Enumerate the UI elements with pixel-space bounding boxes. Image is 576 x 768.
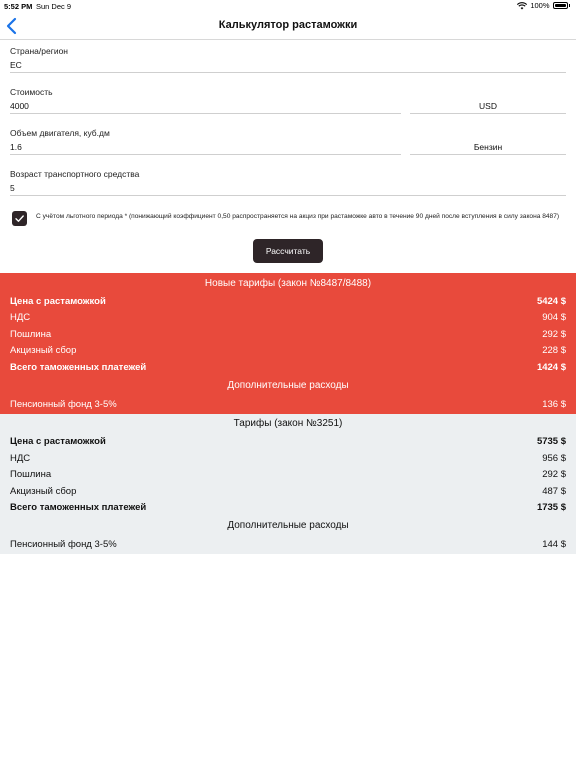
battery-icon	[552, 2, 568, 9]
page-title: Калькулятор растаможки	[218, 19, 358, 31]
result-label: Пенсионный фонд 3-5%	[10, 539, 117, 550]
preferential-period-checkbox[interactable]	[12, 211, 27, 226]
result-label: Акцизный сбор	[10, 486, 77, 497]
status-time: 5:52 PM	[4, 2, 33, 11]
cost-input[interactable]: 4000	[10, 100, 401, 114]
result-row: Акцизный сбор 228 $	[0, 345, 576, 361]
result-row: Пенсионный фонд 3-5% 136 $	[0, 399, 576, 415]
cost-label: Стоимость	[10, 87, 53, 97]
battery-percent: 100%	[530, 1, 550, 10]
status-right: 100%	[517, 1, 570, 10]
result-row: Цена с растаможкой 5424 $	[0, 296, 576, 312]
result-value: 956 $	[542, 453, 566, 464]
result-value: 292 $	[542, 329, 566, 340]
result-label: НДС	[10, 453, 31, 464]
nav-bar: Калькулятор растаможки	[0, 12, 576, 40]
engine-volume-input[interactable]: 1.6	[10, 141, 401, 155]
result-value: 1424 $	[536, 362, 566, 373]
result-label: Пенсионный фонд 3-5%	[10, 399, 117, 410]
result-row: Пенсионный фонд 3-5% 144 $	[0, 539, 576, 555]
new-tariffs-section: Новые тарифы (закон №8487/8488) Цена с р…	[0, 273, 576, 414]
preferential-period-text: С учётом льготного периода * (понижающий…	[36, 213, 560, 220]
country-label: Страна/регион	[10, 46, 68, 56]
checkmark-icon	[15, 215, 24, 222]
result-row: НДС 904 $	[0, 312, 576, 328]
result-value: 228 $	[542, 345, 566, 356]
fuel-type-select[interactable]: Бензин	[410, 141, 566, 155]
extra-costs-title: Дополнительные расходы	[227, 520, 349, 531]
result-value: 292 $	[542, 469, 566, 480]
country-field[interactable]: ЕС	[10, 59, 566, 73]
result-value: 5424 $	[536, 296, 566, 307]
result-label: Пошлина	[10, 469, 52, 480]
result-row: Акцизный сбор 487 $	[0, 486, 576, 502]
result-row: Цена с растаможкой 5735 $	[0, 436, 576, 452]
age-label: Возраст транспортного средства	[10, 169, 140, 179]
result-row: Всего таможенных платежей 1424 $	[0, 362, 576, 378]
new-tariffs-title: Новые тарифы (закон №8487/8488)	[204, 278, 372, 289]
battery-tip	[568, 4, 570, 7]
result-label: Пошлина	[10, 329, 52, 340]
result-value: 487 $	[542, 486, 566, 497]
result-label: Цена с растаможкой	[10, 436, 106, 447]
result-value: 904 $	[542, 312, 566, 323]
result-label: Всего таможенных платежей	[10, 362, 147, 373]
wifi-icon	[517, 1, 528, 9]
old-tariffs-title: Тарифы (закон №3251)	[233, 418, 343, 429]
calculate-button[interactable]: Рассчитать	[253, 239, 323, 263]
result-row: Пошлина 292 $	[0, 329, 576, 345]
result-label: Цена с растаможкой	[10, 296, 106, 307]
result-label: НДС	[10, 312, 31, 323]
result-value: 5735 $	[536, 436, 566, 447]
result-label: Всего таможенных платежей	[10, 502, 147, 513]
result-row: НДС 956 $	[0, 453, 576, 469]
old-tariffs-section: Тарифы (закон №3251) Цена с растаможкой …	[0, 414, 576, 554]
result-label: Акцизный сбор	[10, 345, 77, 356]
result-value: 136 $	[542, 399, 566, 410]
status-bar: 5:52 PM Sun Dec 9 100%	[0, 0, 576, 12]
result-row: Пошлина 292 $	[0, 469, 576, 485]
result-value: 144 $	[542, 539, 566, 550]
currency-select[interactable]: USD	[410, 100, 566, 114]
result-value: 1735 $	[536, 502, 566, 513]
status-date: Sun Dec 9	[36, 2, 72, 11]
result-row: Всего таможенных платежей 1735 $	[0, 502, 576, 518]
engine-label: Объем двигателя, куб.дм	[10, 128, 110, 138]
age-input[interactable]: 5	[10, 182, 566, 196]
extra-costs-title: Дополнительные расходы	[227, 380, 349, 391]
